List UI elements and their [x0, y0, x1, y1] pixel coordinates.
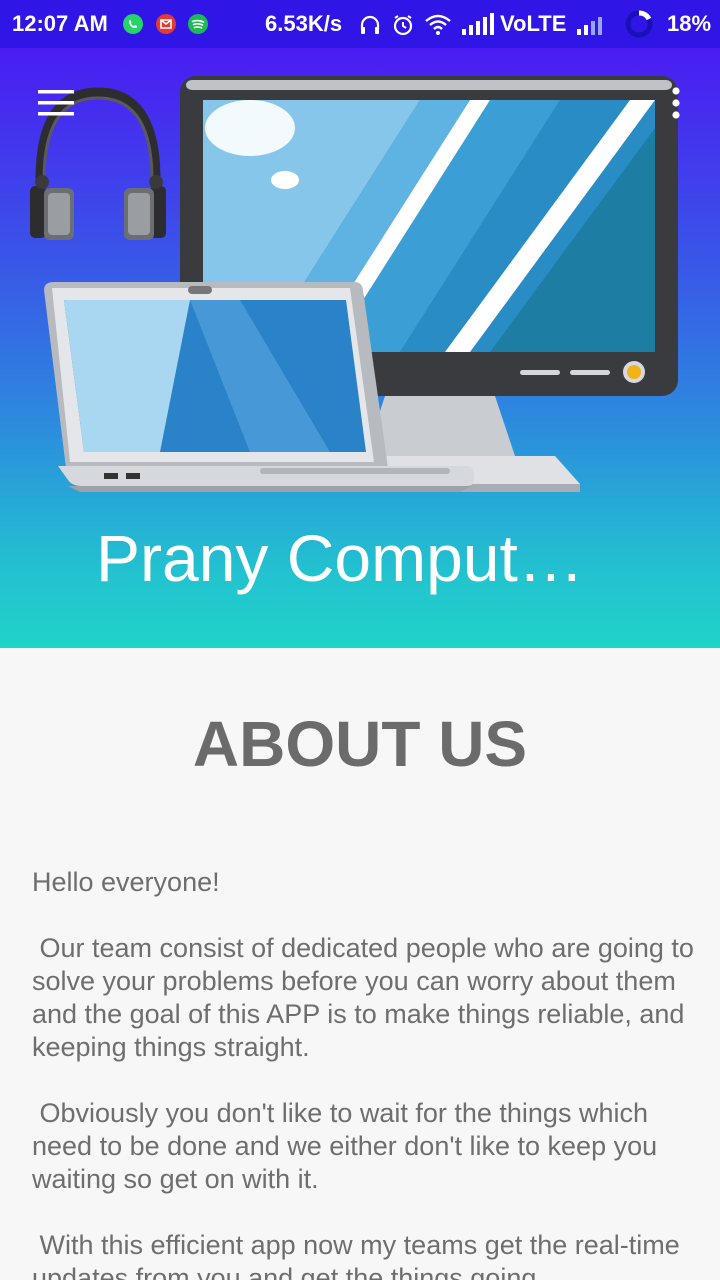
- net-speed: 6.53K/s: [265, 11, 343, 36]
- more-vertical-icon: [672, 87, 680, 119]
- wifi-icon: [425, 14, 451, 35]
- about-paragraph: Hello everyone!: [32, 867, 220, 897]
- battery-percent: 18%: [667, 11, 712, 36]
- mail-notification-icon: [156, 14, 176, 34]
- status-time: 12:07 AM: [12, 11, 108, 36]
- signal-strength-secondary-icon: [577, 17, 602, 35]
- overflow-menu-button[interactable]: [660, 82, 692, 126]
- hamburger-menu-icon: [38, 90, 74, 116]
- network-type: VoLTE: [500, 11, 567, 36]
- alarm-icon: [393, 15, 413, 36]
- about-paragraph: Obviously you don't like to wait for the…: [32, 1098, 665, 1194]
- about-body: Hello everyone! Our team consist of dedi…: [32, 866, 702, 1280]
- about-content: ABOUT US Hello everyone! Our team consis…: [0, 648, 720, 1280]
- about-paragraph: With this efficient app now my teams get…: [32, 1230, 688, 1280]
- about-paragraph: Our team consist of dedicated people who…: [32, 933, 702, 1062]
- app-header: Prany Comput…: [0, 48, 720, 648]
- battery-icon: [625, 10, 653, 38]
- spotify-icon: [188, 14, 208, 34]
- signal-strength-icon: [462, 13, 494, 35]
- about-heading: ABOUT US: [192, 708, 528, 780]
- headset-icon: [360, 15, 380, 34]
- status-bar: 12:07 AM 6.53K/s VoLTE 18%: [0, 0, 720, 48]
- whatsapp-icon: [123, 14, 143, 34]
- app-title: Prany Comput…: [96, 521, 584, 595]
- navigation-menu-button[interactable]: [30, 82, 82, 126]
